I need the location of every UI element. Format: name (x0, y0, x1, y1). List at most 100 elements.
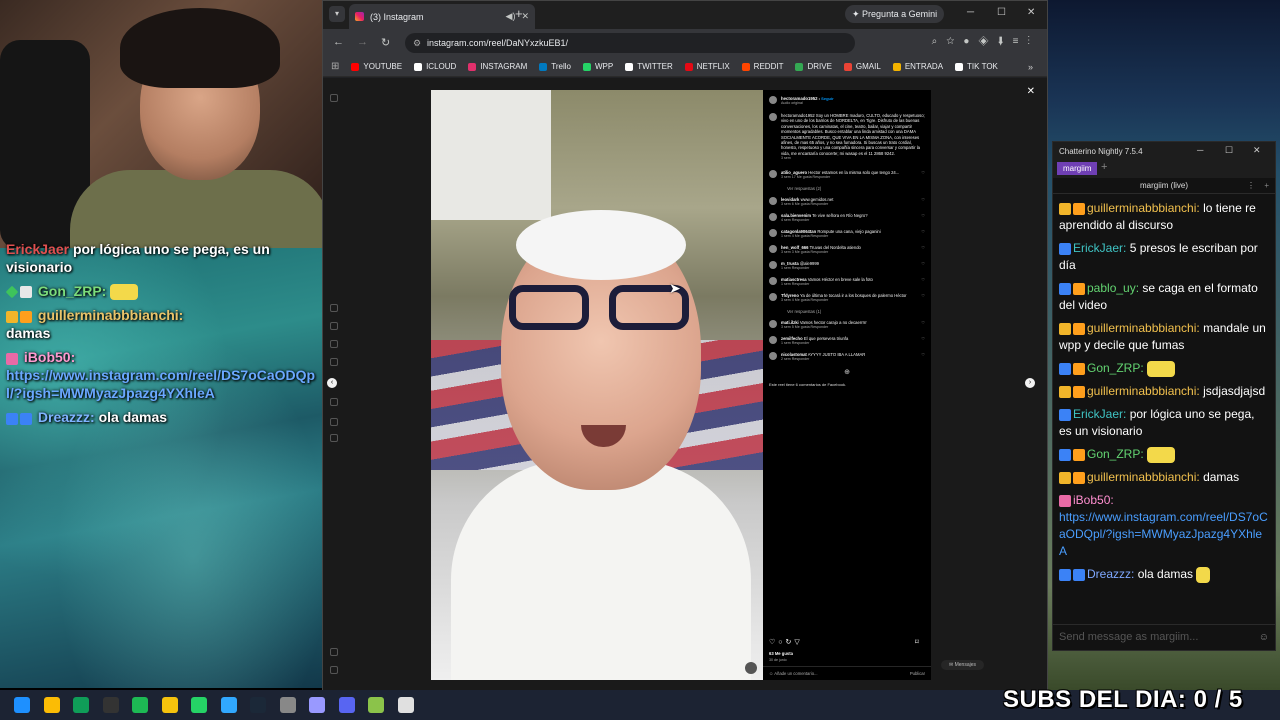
photoshop-icon[interactable] (220, 697, 237, 713)
comment-username[interactable]: atilio_aguero (781, 170, 807, 175)
post-comment-button[interactable]: Publicar (910, 671, 925, 676)
chatterino-icon[interactable] (397, 697, 414, 713)
comment-username[interactable]: hen_wolf_666 (781, 245, 808, 250)
chat-username[interactable]: iBob50: (1073, 493, 1114, 507)
chatgpt-icon[interactable] (279, 697, 296, 713)
minimize-icon[interactable]: ─ (1197, 145, 1203, 155)
bookmark-item[interactable]: INSTAGRAM (468, 62, 527, 71)
avatar[interactable] (769, 351, 777, 360)
comment-username[interactable]: m_trusta (781, 261, 799, 266)
mute-toggle-icon[interactable] (745, 662, 757, 674)
avatar[interactable] (769, 319, 777, 328)
next-arrow-icon[interactable]: › (1025, 378, 1035, 388)
chat-input[interactable]: Send message as margiim... ☺ (1053, 624, 1275, 650)
file-explorer-icon[interactable] (161, 697, 178, 713)
channel-menu-icon[interactable]: ⋮ (1247, 178, 1255, 194)
comment-like-icon[interactable]: ♡ (921, 320, 925, 330)
comment-like-icon[interactable]: ♡ (921, 336, 925, 346)
close-window-icon[interactable]: ✕ (1253, 145, 1261, 156)
chat-username[interactable]: pablo_uy: (1087, 281, 1139, 295)
avatar[interactable] (769, 244, 777, 253)
menu-icon[interactable] (330, 666, 338, 674)
comment-like-icon[interactable]: ♡ (921, 261, 925, 271)
chat-username[interactable]: ErickJaer: (1073, 241, 1126, 255)
avatar[interactable] (769, 260, 777, 269)
avatar[interactable] (769, 113, 777, 121)
add-comment-input[interactable]: Añade un comentario... (774, 671, 817, 676)
previous-arrow-icon[interactable]: ‹ (327, 378, 337, 388)
notifications-icon[interactable] (330, 434, 338, 442)
back-icon[interactable]: ← (333, 36, 344, 48)
address-bar[interactable]: ⚙ instagram.com/reel/DaNYxzkuEB1/ (405, 33, 855, 53)
bookmark-item[interactable]: DRIVE (795, 62, 832, 71)
add-tab-icon[interactable]: + (1101, 161, 1107, 173)
discord-icon[interactable] (338, 697, 355, 713)
view-replies-button[interactable]: Ver respuestas (1) (787, 309, 821, 314)
maximize-icon[interactable]: ☐ (997, 7, 1006, 18)
more-bookmarks-icon[interactable]: » (1028, 62, 1033, 72)
comment-meta[interactable]: 2 sem Responder (781, 357, 865, 362)
comment-meta[interactable]: 1 sem Responder (781, 282, 873, 287)
likes-count[interactable]: 63 Me gusta (769, 651, 793, 656)
chat-username[interactable]: Gon_ZRP: (1087, 447, 1144, 461)
comment-username[interactable]: Tfdyreno (781, 293, 799, 298)
bookmark-item[interactable]: TWITTER (625, 62, 673, 71)
bookmark-item[interactable]: ENTRADA (892, 62, 943, 71)
avatar[interactable] (769, 228, 777, 237)
chat-link[interactable]: https://www.instagram.com/reel/DS7oCaODQ… (1059, 510, 1268, 558)
avatar[interactable] (769, 335, 777, 344)
new-tab-button[interactable]: + (515, 6, 523, 22)
reload-icon[interactable]: ↻ (381, 36, 390, 49)
avatar[interactable] (769, 292, 777, 301)
avatar[interactable] (769, 96, 777, 104)
comment-username[interactable]: matiasctresa (781, 277, 807, 282)
comment-meta[interactable]: 1 sem Responder (781, 266, 819, 271)
chat-username[interactable]: Gon_ZRP: (1087, 361, 1144, 375)
avatar[interactable] (769, 276, 777, 285)
bookmark-item[interactable]: WPP (582, 62, 613, 71)
chat-username[interactable]: ErickJaer: (1073, 407, 1126, 421)
comment-like-icon[interactable]: ♡ (921, 229, 925, 239)
bookmark-item[interactable]: NETFLIX (684, 62, 730, 71)
instagram-logo-icon[interactable] (330, 94, 338, 102)
whatsapp-icon[interactable] (191, 697, 207, 713)
site-info-icon[interactable]: ⚙ (413, 33, 421, 53)
steam-icon[interactable] (250, 697, 266, 713)
follow-button[interactable]: Seguir (821, 96, 833, 101)
home-icon[interactable] (330, 304, 338, 312)
comment-meta[interactable]: 3 sem 4 Me gusta Responder (781, 298, 907, 303)
comment-like-icon[interactable]: ♡ (921, 293, 925, 303)
chat-username[interactable]: guillerminabbbianchi: (1087, 470, 1200, 484)
comment-like-icon[interactable]: ♡ (921, 277, 925, 287)
comment-username[interactable]: zemilfecho (781, 336, 803, 341)
emote-picker-icon[interactable]: ☺ (1259, 632, 1269, 643)
close-window-icon[interactable]: ✕ (1027, 7, 1035, 18)
reels-icon[interactable] (330, 358, 338, 366)
profile-icon[interactable] (330, 418, 338, 426)
spotify-icon[interactable] (132, 697, 148, 713)
threads-icon[interactable] (330, 648, 338, 656)
reel-video[interactable]: ➤ (431, 90, 763, 680)
save-icon[interactable]: ⌑ (915, 638, 922, 646)
edge-icon[interactable] (73, 697, 89, 713)
comment-meta[interactable]: 3 sem 5 Me gusta Responder (781, 325, 867, 330)
toolbar-icons[interactable]: ⌕☆●◈⬇≡⋮ (932, 36, 1039, 47)
avatar[interactable] (769, 212, 777, 221)
bookmark-item[interactable]: TIK TOK (955, 62, 998, 71)
maximize-icon[interactable]: ☐ (1225, 145, 1233, 156)
load-more-icon[interactable]: ⊕ (763, 368, 931, 376)
tab-margiim[interactable]: margiim (1057, 162, 1098, 175)
comment-like-icon[interactable]: ♡ (921, 213, 925, 223)
close-reel-icon[interactable]: ✕ (1027, 86, 1035, 97)
comment-like-icon[interactable]: ♡ (921, 245, 925, 255)
minimize-icon[interactable]: ─ (967, 7, 974, 18)
audio-icon[interactable]: ◀) (506, 11, 516, 22)
view-replies-button[interactable]: Ver respuestas (2) (787, 186, 821, 191)
comment-meta[interactable]: 3 sem 3 Me gusta Responder (781, 250, 861, 255)
comment-like-icon[interactable]: ♡ (921, 197, 925, 207)
messages-button[interactable]: ✉ Mensajes (941, 660, 984, 670)
chat-username[interactable]: guillerminabbbianchi: (1087, 321, 1200, 335)
split-icon[interactable]: + (1264, 178, 1269, 194)
comment-like-icon[interactable]: ♡ (921, 170, 925, 180)
apps-grid-icon[interactable]: ⊞ (331, 61, 339, 72)
